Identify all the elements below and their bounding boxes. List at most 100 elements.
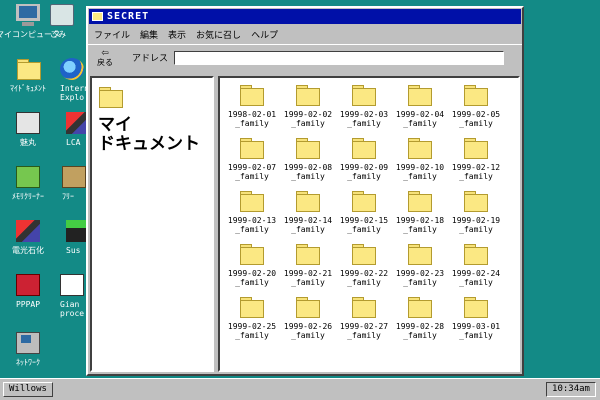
folder-icon bbox=[351, 137, 377, 159]
folder-icon bbox=[463, 243, 489, 265]
file-label: 1999-02-24 _family bbox=[451, 269, 501, 287]
pane-title-line1: マイ bbox=[98, 115, 132, 135]
file-label: 1999-02-21 _family bbox=[283, 269, 333, 287]
file-item[interactable]: 1999-02-22 _family bbox=[336, 243, 392, 287]
file-label: 1999-02-12 _family bbox=[451, 163, 501, 181]
file-item[interactable]: 1999-02-09 _family bbox=[336, 137, 392, 181]
pane-title-line2: ドキュメント bbox=[98, 134, 200, 154]
folder-icon bbox=[407, 137, 433, 159]
back-button[interactable]: ⇦ 戻る bbox=[92, 45, 118, 68]
file-item[interactable]: 1999-02-25 _family bbox=[224, 296, 280, 340]
file-label: 1999-02-05 _family bbox=[451, 110, 501, 128]
file-label: 1999-02-26 _family bbox=[283, 322, 333, 340]
folder-icon bbox=[295, 190, 321, 212]
file-item[interactable]: 1999-02-02 _family bbox=[280, 84, 336, 128]
file-item[interactable]: 1999-03-01 _family bbox=[448, 296, 504, 340]
back-arrow-icon: ⇦ bbox=[101, 45, 109, 59]
recycle-bin-icon bbox=[50, 4, 74, 26]
desktop-icon-mimaru[interactable]: 魅丸 bbox=[0, 112, 56, 147]
file-item[interactable]: 1999-02-19 _family bbox=[448, 190, 504, 234]
menu-view[interactable]: 表示 bbox=[168, 28, 186, 41]
file-label: 1999-02-09 _family bbox=[339, 163, 389, 181]
box-icon bbox=[62, 166, 86, 188]
folder-icon bbox=[98, 86, 123, 108]
file-item[interactable]: 1998-02-01 _family bbox=[224, 84, 280, 128]
file-item[interactable]: 1999-02-08 _family bbox=[280, 137, 336, 181]
file-item[interactable]: 1999-02-15 _family bbox=[336, 190, 392, 234]
file-label: 1999-02-02 _family bbox=[283, 110, 333, 128]
file-item[interactable]: 1999-02-28 _family bbox=[392, 296, 448, 340]
desktop-icon-pppap[interactable]: PPPAP bbox=[0, 274, 56, 309]
file-list: 1998-02-01 _family 1999-02-02 _family 1999… bbox=[218, 76, 520, 372]
menu-file[interactable]: ファイル bbox=[94, 28, 130, 41]
file-item[interactable]: 1999-02-10 _family bbox=[392, 137, 448, 181]
file-label: 1999-02-20 _family bbox=[227, 269, 277, 287]
file-item[interactable]: 1999-02-18 _family bbox=[392, 190, 448, 234]
file-label: 1999-02-04 _family bbox=[395, 110, 445, 128]
left-pane: マイ ドキュメント bbox=[90, 76, 214, 372]
file-label: 1999-02-15 _family bbox=[339, 216, 389, 234]
menu-bar: ファイル 編集 表示 お気に召し ヘルプ bbox=[88, 25, 522, 44]
desktop-icon-my-documents[interactable]: ﾏｲﾄﾞｷｭﾒﾝﾄ bbox=[0, 58, 56, 93]
file-item[interactable]: 1999-02-23 _family bbox=[392, 243, 448, 287]
title-bar[interactable]: SECRET bbox=[89, 9, 521, 24]
file-label: 1999-02-19 _family bbox=[451, 216, 501, 234]
desktop-icon-memory-cleaner[interactable]: ﾒﾓﾘｸﾘｰﾅｰ bbox=[0, 166, 56, 201]
start-button[interactable]: Willows bbox=[3, 382, 53, 397]
computer-icon bbox=[16, 4, 40, 26]
folder-icon bbox=[463, 137, 489, 159]
folder-icon bbox=[239, 243, 265, 265]
file-item[interactable]: 1999-02-12 _family bbox=[448, 137, 504, 181]
file-item[interactable]: 1999-02-24 _family bbox=[448, 243, 504, 287]
file-label: 1999-02-25 _family bbox=[227, 322, 277, 340]
address-field[interactable] bbox=[174, 50, 505, 65]
folder-icon bbox=[407, 190, 433, 212]
file-label: 1999-02-23 _family bbox=[395, 269, 445, 287]
menu-favorites[interactable]: お気に召し bbox=[196, 28, 241, 41]
folder-icon bbox=[295, 137, 321, 159]
toolbar: ⇦ 戻る アドレス bbox=[88, 44, 522, 70]
menu-help[interactable]: ヘルプ bbox=[251, 28, 278, 41]
file-label: 1998-02-01 _family bbox=[227, 110, 277, 128]
file-label: 1999-02-27 _family bbox=[339, 322, 389, 340]
file-label: 1999-02-10 _family bbox=[395, 163, 445, 181]
clock: 10:34am bbox=[546, 382, 596, 397]
file-item[interactable]: 1999-02-03 _family bbox=[336, 84, 392, 128]
file-label: 1999-02-08 _family bbox=[283, 163, 333, 181]
folder-icon bbox=[351, 190, 377, 212]
file-item[interactable]: 1999-02-07 _family bbox=[224, 137, 280, 181]
folder-icon bbox=[407, 243, 433, 265]
folder-icon bbox=[295, 296, 321, 318]
window-title: SECRET bbox=[107, 11, 150, 22]
network-icon bbox=[16, 332, 40, 354]
file-item[interactable]: 1999-02-27 _family bbox=[336, 296, 392, 340]
file-label: 1999-02-18 _family bbox=[395, 216, 445, 234]
file-item[interactable]: 1999-02-26 _family bbox=[280, 296, 336, 340]
desktop-icon-denko-sekka[interactable]: 電光石化 bbox=[0, 220, 56, 255]
file-item[interactable]: 1999-02-13 _family bbox=[224, 190, 280, 234]
folder-icon bbox=[295, 243, 321, 265]
folder-icon bbox=[239, 296, 265, 318]
file-label: 1999-02-14 _family bbox=[283, 216, 333, 234]
address-label: アドレス bbox=[132, 54, 169, 64]
folder-icon bbox=[351, 243, 377, 265]
desktop-icon-network[interactable]: ﾈｯﾄﾜｰｸ bbox=[0, 332, 56, 367]
file-item[interactable]: 1999-02-20 _family bbox=[224, 243, 280, 287]
folder-icon bbox=[463, 84, 489, 106]
file-item[interactable]: 1999-02-14 _family bbox=[280, 190, 336, 234]
memory-cleaner-icon bbox=[16, 166, 40, 188]
file-label: 1999-02-22 _family bbox=[339, 269, 389, 287]
file-label: 1999-02-28 _family bbox=[395, 322, 445, 340]
file-item[interactable]: 1999-02-21 _family bbox=[280, 243, 336, 287]
file-item[interactable]: 1999-02-05 _family bbox=[448, 84, 504, 128]
file-label: 1999-02-13 _family bbox=[227, 216, 277, 234]
file-label: 1999-03-01 _family bbox=[451, 322, 501, 340]
ppap-icon bbox=[16, 274, 40, 296]
desktop-icon-recycle[interactable]: ごみ bbox=[50, 4, 90, 39]
folder-icon bbox=[351, 296, 377, 318]
desktop-icon-my-computer[interactable]: マイコンピュータ bbox=[0, 4, 60, 39]
folder-icon bbox=[239, 190, 265, 212]
folder-icon bbox=[463, 296, 489, 318]
file-item[interactable]: 1999-02-04 _family bbox=[392, 84, 448, 128]
menu-edit[interactable]: 編集 bbox=[140, 28, 158, 41]
